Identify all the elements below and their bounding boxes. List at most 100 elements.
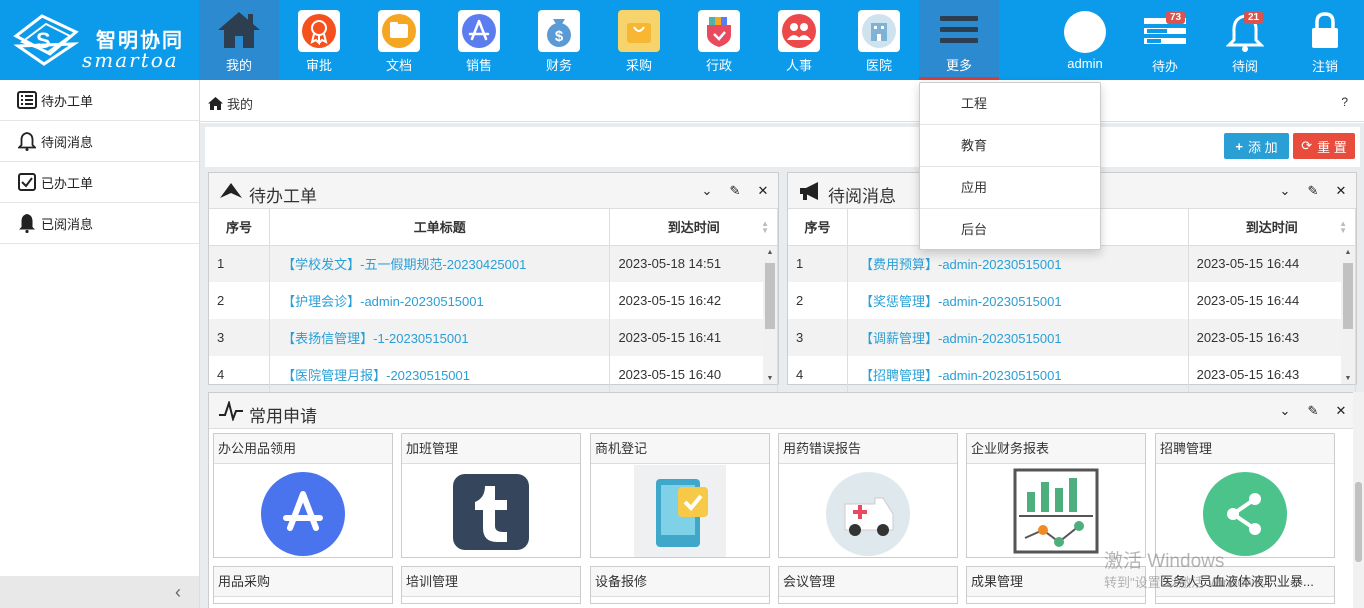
scroll-down-icon[interactable]: ▼ [763,375,777,382]
app-card[interactable]: 办公用品领用 [213,433,393,558]
column-header[interactable]: 到达时间 ▲ ▼ [609,209,778,246]
row-number: 4 [209,356,271,393]
nav-item-approval[interactable]: 审批 [279,0,359,80]
bell-outline-icon [16,130,38,152]
row-number: 1 [209,245,271,282]
nav-label: 人事 [785,58,812,73]
todo-count-badge: 73 [1166,11,1186,24]
unread-button[interactable]: 21 待阅 [1210,0,1280,80]
app-card[interactable]: 加班管理 [401,433,581,558]
close-icon[interactable]: ✕ [1334,183,1348,199]
page-scrollbar[interactable] [1353,392,1364,608]
nav-item-hospital[interactable]: 医院 [839,0,919,80]
edit-icon[interactable]: ✎ [1306,403,1320,419]
app-name: 会议管理 [779,567,957,597]
logout-button[interactable]: 注销 [1290,0,1360,80]
sidebar-item-label: 已阅消息 [41,216,94,232]
list-icon [16,89,38,111]
nav-item-sales[interactable]: 销售 [439,0,519,80]
scroll-down-icon[interactable]: ▼ [1341,375,1355,382]
sort-icon: ▲ ▼ [1339,219,1347,235]
logout-label: 注销 [1311,59,1338,74]
scroll-thumb[interactable] [1343,263,1353,329]
close-icon[interactable]: ✕ [1334,403,1348,419]
chart-report-icon [967,465,1145,557]
nav-item-hr[interactable]: 人事 [759,0,839,80]
scroll-up-icon[interactable]: ▲ [1341,249,1355,256]
app-name: 办公用品领用 [214,434,392,464]
menu-item-education[interactable]: 教育 [920,125,1100,167]
table-row[interactable]: 4 【医院管理月报】-20230515001 2023-05-15 16:40 [209,356,778,393]
sort-icon: ▲ ▼ [761,219,769,235]
add-label: 添 加 [1247,139,1278,155]
app-logo[interactable]: S 智明协同 smartoa [12,10,192,72]
app-card[interactable]: 用药错误报告 [778,433,958,558]
add-button[interactable]: + 添 加 [1224,133,1289,159]
nav-item-finance[interactable]: $ 财务 [519,0,599,80]
menu-item-apps[interactable]: 应用 [920,167,1100,209]
user-menu[interactable]: admin [1050,0,1120,80]
chevron-down-icon[interactable]: ⌄ [700,183,714,199]
row-title-link[interactable]: 【表扬信管理】-1-20230515001 [269,319,611,356]
app-card[interactable]: 企业财务报表 [966,433,1146,558]
sidebar-item-read[interactable]: 已阅消息 [0,203,199,244]
app-card[interactable]: 商机登记 [590,433,770,558]
nav-item-admin[interactable]: 行政 [679,0,759,80]
menu-item-backend[interactable]: 后台 [920,209,1100,251]
edit-icon[interactable]: ✎ [1306,183,1320,199]
panel-header: 常用申请 ⌄ ✎ ✕ [209,393,1356,429]
table-row[interactable]: 4 【招聘管理】-admin-20230515001 2023-05-15 16… [788,356,1357,393]
table-row[interactable]: 1 【学校发文】-五一假期规范-20230425001 2023-05-18 1… [209,245,778,282]
scroll-thumb[interactable] [1355,482,1362,562]
row-number: 4 [788,356,848,393]
row-title-link[interactable]: 【医院管理月报】-20230515001 [269,356,611,393]
nav-item-more[interactable]: 更多 [919,0,999,80]
edit-icon[interactable]: ✎ [728,183,742,199]
app-card[interactable]: 用品采购 [213,566,393,604]
message-scrollbar[interactable]: ▲ ▼ [1341,247,1355,384]
table-row[interactable]: 3 【表扬信管理】-1-20230515001 2023-05-15 16:41 [209,319,778,356]
row-title-link[interactable]: 【学校发文】-五一假期规范-20230425001 [269,245,611,282]
nav-item-mine[interactable]: 我的 [199,0,279,80]
table-row[interactable]: 3 【调薪管理】-admin-20230515001 2023-05-15 16… [788,319,1357,356]
column-header[interactable]: 到达时间 ▲ ▼ [1188,209,1357,246]
close-icon[interactable]: ✕ [756,183,770,199]
chevron-down-icon[interactable]: ⌄ [1278,403,1292,419]
app-card[interactable]: 会议管理 [778,566,958,604]
svg-text:$: $ [555,28,564,45]
row-title-link[interactable]: 【奖惩管理】-admin-20230515001 [847,282,1189,319]
scroll-thumb[interactable] [765,263,775,329]
row-title-link[interactable]: 【招聘管理】-admin-20230515001 [847,356,1189,393]
people-icon [778,10,820,52]
bell-solid-icon [16,212,38,234]
sidebar-item-done[interactable]: 已办工单 [0,162,199,203]
top-navbar: S 智明协同 smartoa 我的 审批 文档 销售 $ 财务 采购 行政 人事… [0,0,1364,80]
todo-scrollbar[interactable]: ▲ ▼ [763,247,777,384]
todo-label: 待办 [1151,59,1178,74]
sidebar-item-label: 已办工单 [41,175,94,191]
help-button[interactable]: ? [1341,95,1348,109]
row-title-link[interactable]: 【调薪管理】-admin-20230515001 [847,319,1189,356]
menu-item-engineering[interactable]: 工程 [920,83,1100,125]
row-time: 2023-05-15 16:42 [609,282,778,319]
unread-label: 待阅 [1231,59,1258,74]
sidebar-collapse-bar[interactable]: ‹ [0,576,199,608]
table-row[interactable]: 2 【护理会诊】-admin-20230515001 2023-05-15 16… [209,282,778,319]
app-card[interactable]: 招聘管理 [1155,433,1335,558]
hospital-icon [858,10,900,52]
breadcrumb-label[interactable]: 我的 [227,94,253,113]
appstore-icon [458,10,500,52]
table-row[interactable]: 2 【奖惩管理】-admin-20230515001 2023-05-15 16… [788,282,1357,319]
nav-item-docs[interactable]: 文档 [359,0,439,80]
sidebar-item-todo[interactable]: 待办工单 [0,80,199,121]
todo-button[interactable]: 73 待办 [1130,0,1200,80]
scroll-up-icon[interactable]: ▲ [763,249,777,256]
nav-item-purchase[interactable]: 采购 [599,0,679,80]
app-card[interactable]: 培训管理 [401,566,581,604]
folder-icon [378,10,420,52]
app-card[interactable]: 设备报修 [590,566,770,604]
chevron-down-icon[interactable]: ⌄ [1278,183,1292,199]
sidebar-item-unread[interactable]: 待阅消息 [0,121,199,162]
row-title-link[interactable]: 【护理会诊】-admin-20230515001 [269,282,611,319]
reset-button[interactable]: ⟳ 重 置 [1293,133,1355,159]
